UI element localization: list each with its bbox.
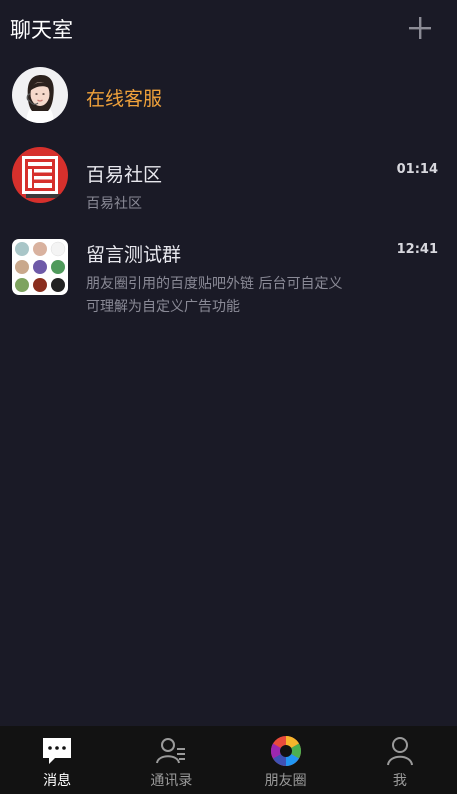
tab-contacts[interactable]: 通讯录 — [114, 726, 228, 794]
person-icon — [386, 737, 413, 766]
tab-moments[interactable]: 朋友圈 — [229, 726, 343, 794]
message-time: 01:14 — [396, 162, 438, 177]
contacts-icon — [156, 738, 186, 764]
conversation-name: 留言测试群 — [86, 244, 182, 266]
conversation-name: 百易社区 — [86, 164, 163, 186]
support-agent-avatar — [12, 67, 68, 123]
conversation-item-community[interactable]: 百易社区 01:14 百易社区 — [0, 136, 457, 216]
add-button[interactable] — [406, 14, 434, 42]
message-time: 12:41 — [396, 242, 438, 257]
chat-bubble-icon — [43, 738, 72, 764]
message-preview: 朋友圈引用的百度贴吧外链 后台可自定义 可理解为自定义广告功能 — [86, 273, 386, 319]
tab-messages[interactable]: 消息 — [0, 726, 114, 794]
page-title: 聊天室 — [10, 18, 73, 42]
plus-icon — [409, 17, 431, 39]
app-header: 聊天室 — [0, 0, 457, 56]
conversation-item-group[interactable]: 留言测试群 12:41 朋友圈引用的百度贴吧外链 后台可自定义 可理解为自定义广… — [0, 216, 457, 316]
tab-me[interactable]: 我 — [343, 726, 457, 794]
moments-aperture-icon — [270, 736, 301, 766]
message-preview-line: 朋友圈引用的百度贴吧外链 后台可自定义 — [86, 276, 343, 292]
tab-label: 我 — [392, 773, 407, 789]
tab-label: 朋友圈 — [264, 773, 307, 789]
conversation-item-support[interactable]: 在线客服 — [0, 56, 457, 136]
conversation-list: 在线客服 百易社区 01:14 百易社区 留言测试群 12:41 朋友圈引用的百… — [0, 56, 457, 316]
conversation-name: 在线客服 — [86, 88, 163, 110]
message-preview-line: 可理解为自定义广告功能 — [86, 299, 240, 315]
tab-label: 消息 — [43, 773, 72, 789]
bottom-tab-bar: 消息 通讯录 朋友圈 我 — [0, 726, 457, 794]
community-logo-avatar — [12, 147, 68, 203]
message-preview: 百易社区 — [86, 196, 142, 212]
group-grid-avatar — [12, 239, 68, 295]
tab-label: 通讯录 — [150, 773, 193, 789]
